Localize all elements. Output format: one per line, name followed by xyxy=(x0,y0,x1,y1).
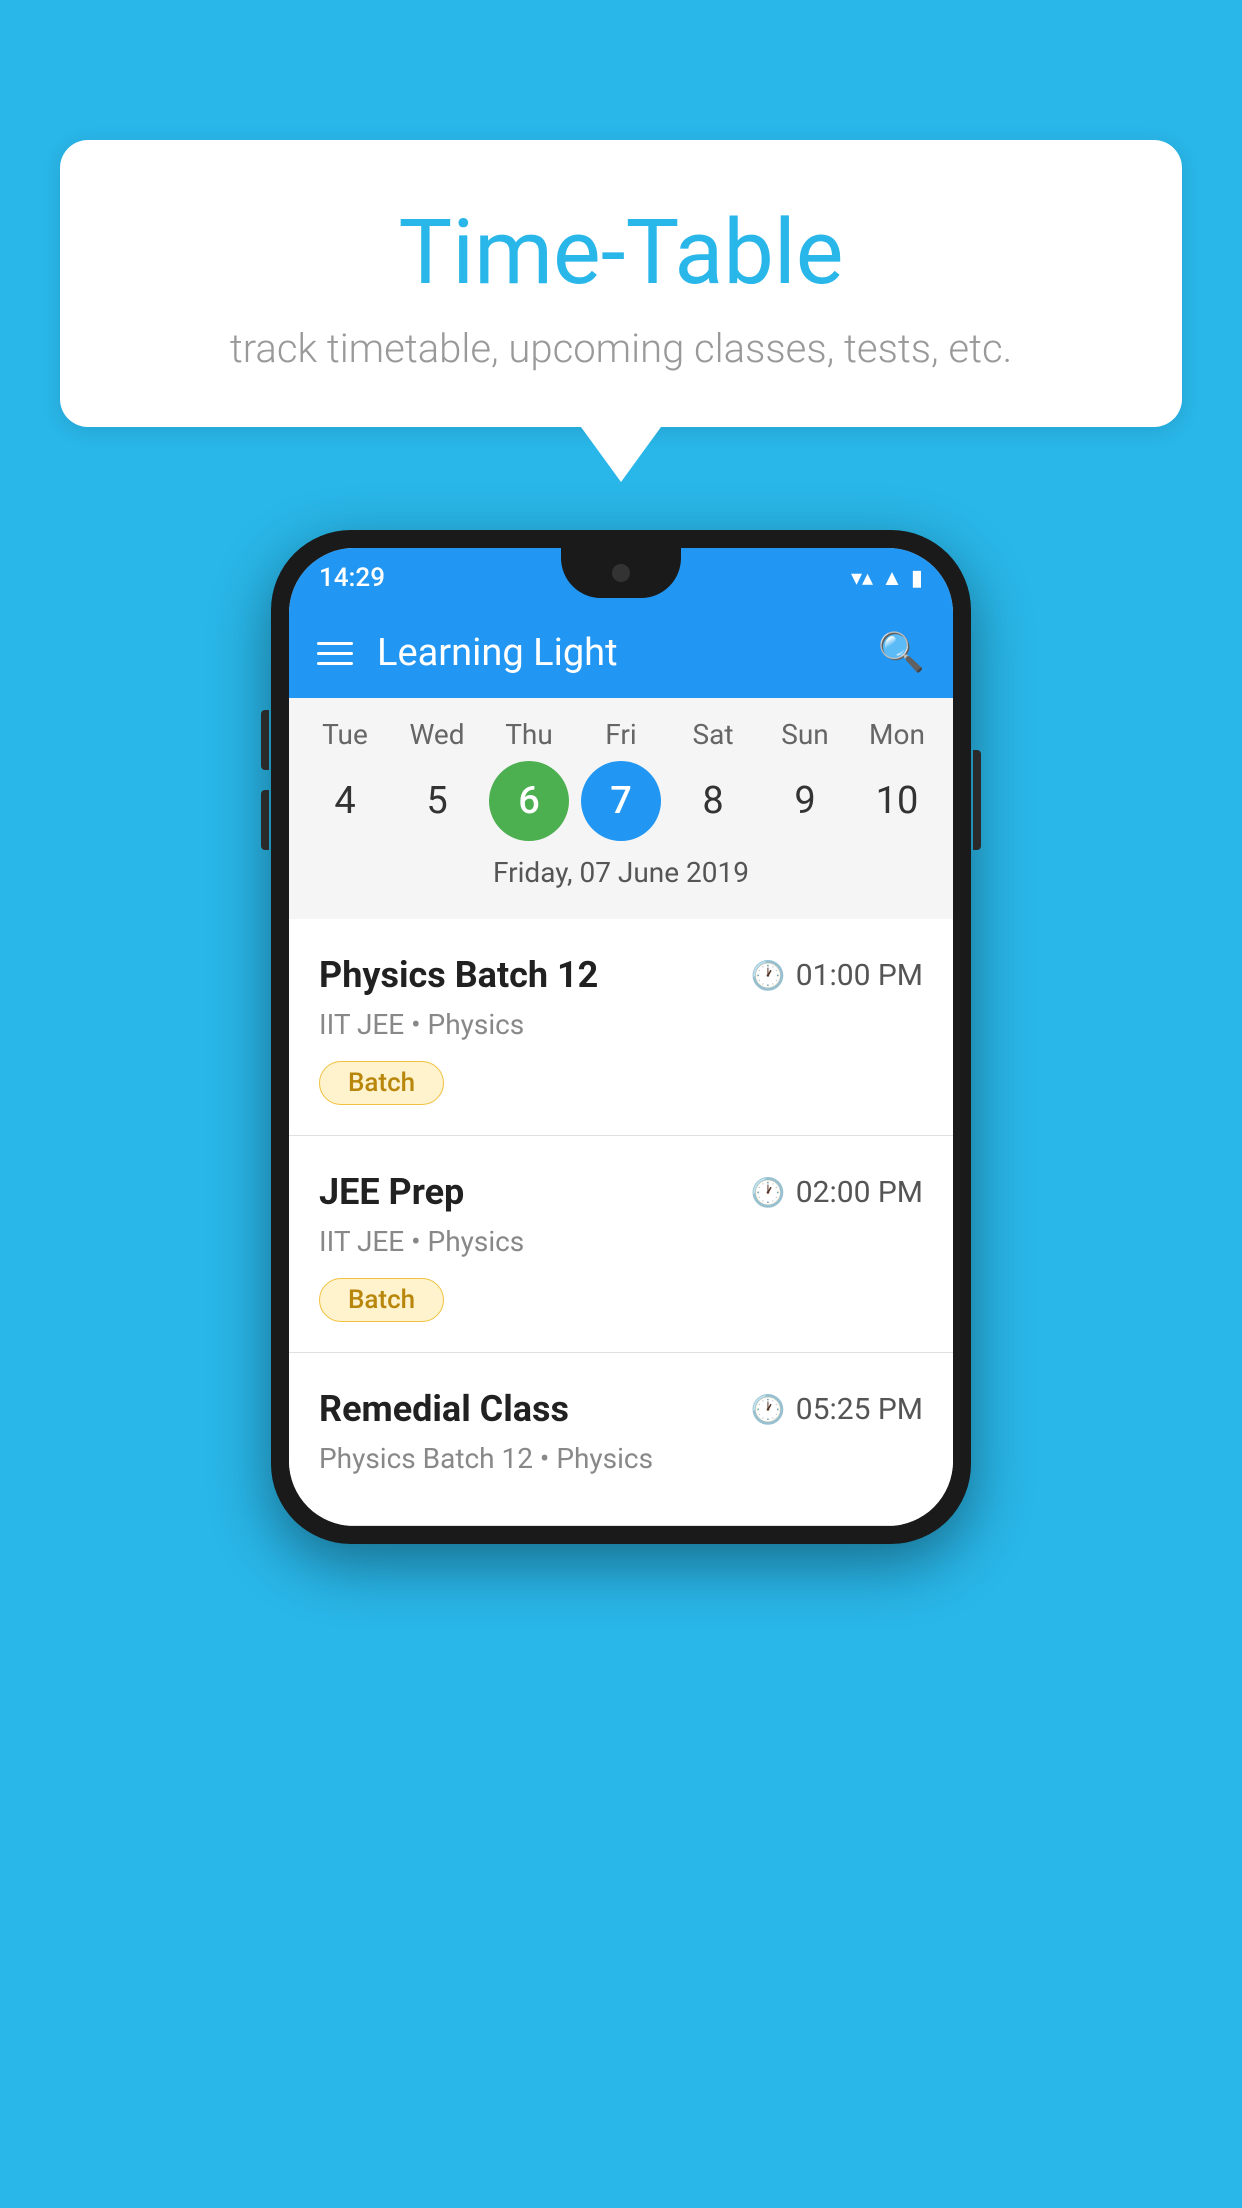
status-icons: ▾▴ ▲ ▮ xyxy=(851,565,923,591)
day-9[interactable]: 9 xyxy=(765,761,845,841)
class-time-value-3: 05:25 PM xyxy=(796,1392,923,1427)
class-meta-1: IIT JEE • Physics xyxy=(319,1008,923,1041)
clock-icon-3: 🕐 xyxy=(751,1393,786,1426)
class-item-2[interactable]: JEE Prep 🕐 02:00 PM IIT JEE • Physics Ba… xyxy=(289,1136,953,1353)
speech-bubble: Time-Table track timetable, upcoming cla… xyxy=(60,140,1182,427)
phone-frame: 14:29 ▾▴ ▲ ▮ Learning Light 🔍 xyxy=(271,530,971,1544)
day-7-selected[interactable]: 7 xyxy=(581,761,661,841)
day-6-today[interactable]: 6 xyxy=(489,761,569,841)
day-5[interactable]: 5 xyxy=(397,761,477,841)
calendar-strip: Tue Wed Thu Fri Sat Sun Mon 4 5 6 7 8 9 … xyxy=(289,698,953,919)
bubble-subtitle: track timetable, upcoming classes, tests… xyxy=(140,325,1102,372)
volume-up-button xyxy=(261,710,269,770)
class-meta-2: IIT JEE • Physics xyxy=(319,1225,923,1258)
app-bar: Learning Light 🔍 xyxy=(289,608,953,698)
day-8[interactable]: 8 xyxy=(673,761,753,841)
menu-line-2 xyxy=(317,652,353,655)
bubble-tail xyxy=(581,427,661,482)
day-numbers: 4 5 6 7 8 9 10 xyxy=(289,761,953,841)
day-label-thu: Thu xyxy=(489,718,569,751)
battery-icon: ▮ xyxy=(911,566,923,591)
camera-dot xyxy=(612,564,630,582)
search-icon[interactable]: 🔍 xyxy=(878,631,925,675)
phone-screen: 14:29 ▾▴ ▲ ▮ Learning Light 🔍 xyxy=(289,548,953,1526)
clock-icon-1: 🕐 xyxy=(751,959,786,992)
class-name-3: Remedial Class xyxy=(319,1388,569,1430)
day-label-fri: Fri xyxy=(581,718,661,751)
power-button xyxy=(973,750,981,850)
bubble-title: Time-Table xyxy=(140,200,1102,305)
status-time: 14:29 xyxy=(319,563,385,593)
class-name-1: Physics Batch 12 xyxy=(319,954,598,996)
class-time-value-1: 01:00 PM xyxy=(796,958,923,993)
notch xyxy=(561,548,681,598)
class-item-3-header: Remedial Class 🕐 05:25 PM xyxy=(319,1388,923,1430)
phone-container: 14:29 ▾▴ ▲ ▮ Learning Light 🔍 xyxy=(271,530,971,1544)
speech-bubble-container: Time-Table track timetable, upcoming cla… xyxy=(60,140,1182,482)
batch-badge-2: Batch xyxy=(319,1278,444,1322)
menu-line-1 xyxy=(317,642,353,645)
app-title: Learning Light xyxy=(377,631,854,675)
class-item-2-header: JEE Prep 🕐 02:00 PM xyxy=(319,1171,923,1213)
wifi-icon: ▾▴ xyxy=(851,566,873,591)
selected-date-label: Friday, 07 June 2019 xyxy=(289,841,953,909)
day-headers: Tue Wed Thu Fri Sat Sun Mon xyxy=(289,718,953,751)
menu-line-3 xyxy=(317,662,353,665)
day-10[interactable]: 10 xyxy=(857,761,937,841)
class-time-value-2: 02:00 PM xyxy=(796,1175,923,1210)
day-label-sat: Sat xyxy=(673,718,753,751)
menu-icon[interactable] xyxy=(317,642,353,665)
day-label-mon: Mon xyxy=(857,718,937,751)
volume-down-button xyxy=(261,790,269,850)
clock-icon-2: 🕐 xyxy=(751,1176,786,1209)
day-label-wed: Wed xyxy=(397,718,477,751)
class-meta-3: Physics Batch 12 • Physics xyxy=(319,1442,923,1475)
batch-badge-1: Batch xyxy=(319,1061,444,1105)
day-label-sun: Sun xyxy=(765,718,845,751)
class-list: Physics Batch 12 🕐 01:00 PM IIT JEE • Ph… xyxy=(289,919,953,1526)
class-name-2: JEE Prep xyxy=(319,1171,464,1213)
class-time-3: 🕐 05:25 PM xyxy=(751,1392,923,1427)
class-time-2: 🕐 02:00 PM xyxy=(751,1175,923,1210)
class-item-3[interactable]: Remedial Class 🕐 05:25 PM Physics Batch … xyxy=(289,1353,953,1526)
class-time-1: 🕐 01:00 PM xyxy=(751,958,923,993)
day-4[interactable]: 4 xyxy=(305,761,385,841)
status-bar: 14:29 ▾▴ ▲ ▮ xyxy=(289,548,953,608)
day-label-tue: Tue xyxy=(305,718,385,751)
class-item-1[interactable]: Physics Batch 12 🕐 01:00 PM IIT JEE • Ph… xyxy=(289,919,953,1136)
class-item-1-header: Physics Batch 12 🕐 01:00 PM xyxy=(319,954,923,996)
signal-icon: ▲ xyxy=(881,565,903,591)
